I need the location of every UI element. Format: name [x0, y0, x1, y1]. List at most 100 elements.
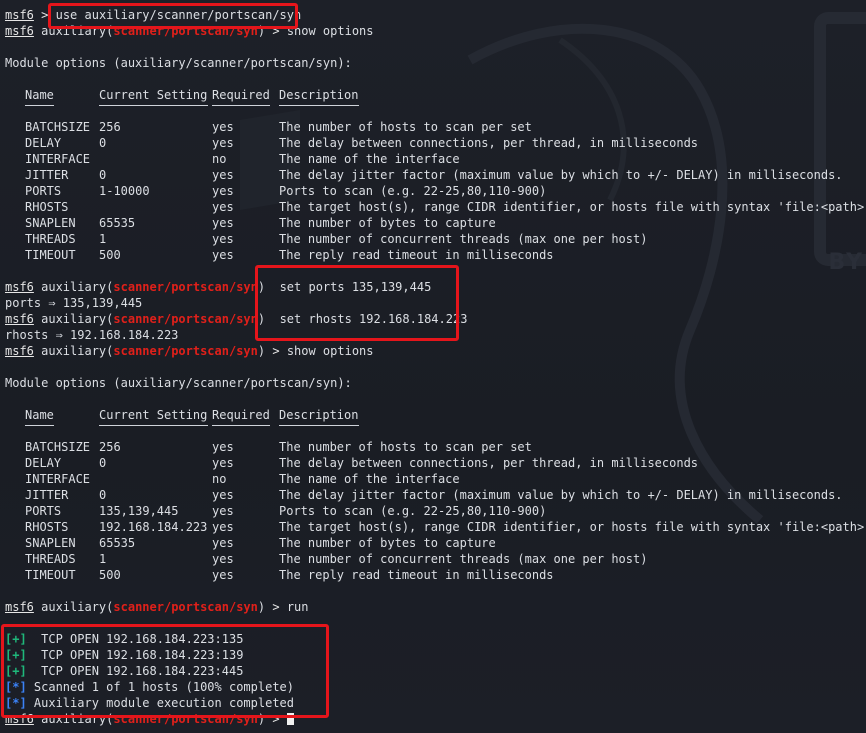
option-description: The number of concurrent threads (max on…: [279, 232, 648, 246]
option-required: yes: [212, 536, 234, 550]
prompt-line-set-rhosts: msf6 auxiliary(scanner/portscan/syn) set…: [5, 311, 467, 327]
option-name: THREADS: [25, 232, 76, 246]
column-header: Name: [25, 408, 54, 422]
terminal-window[interactable]: BY msf6 > use auxiliary/scanner/portscan…: [0, 0, 866, 733]
success-tag: [+]: [5, 648, 27, 662]
scan-result-text: Scanned 1 of 1 hosts (100% complete): [26, 680, 294, 694]
option-description: The name of the interface: [279, 472, 460, 486]
prompt-arrow: >: [33, 8, 56, 22]
module-options-title: Module options (auxiliary/scanner/portsc…: [5, 376, 352, 390]
option-required: yes: [212, 120, 234, 134]
prompt-module-path: scanner/portscan/syn: [113, 312, 258, 326]
prompt-msf6: msf6: [5, 712, 34, 726]
option-required: yes: [212, 552, 234, 566]
option-required: yes: [212, 184, 234, 198]
prompt-line-set-ports: msf6 auxiliary(scanner/portscan/syn) set…: [5, 279, 431, 295]
prompt-auxiliary: auxiliary(: [33, 24, 114, 38]
option-description: The reply read timeout in milliseconds: [279, 248, 554, 262]
scan-result-line: [*] Scanned 1 of 1 hosts (100% complete): [5, 679, 294, 695]
info-tag: [*]: [5, 680, 27, 694]
prompt-line-show-options: msf6 auxiliary(scanner/portscan/syn) > s…: [5, 23, 374, 39]
command-text: run: [286, 600, 309, 614]
scan-result-text: TCP OPEN 192.168.184.223:445: [26, 664, 244, 678]
column-underline: [25, 425, 54, 426]
option-name: TIMEOUT: [25, 248, 76, 262]
prompt-module-path: scanner/portscan/syn: [113, 24, 258, 38]
option-description: The reply read timeout in milliseconds: [279, 568, 554, 582]
scan-result-line: [+] TCP OPEN 192.168.184.223:445: [5, 663, 243, 679]
prompt-auxiliary: auxiliary(: [33, 600, 114, 614]
option-description: The delay jitter factor (maximum value b…: [279, 488, 843, 502]
set-ports-result: ports ⇒ 135,139,445: [5, 296, 143, 310]
option-description: The target host(s), range CIDR identifie…: [279, 520, 866, 534]
prompt-arrow: >: [265, 712, 287, 726]
option-name: TIMEOUT: [25, 568, 76, 582]
option-name: PORTS: [25, 504, 62, 518]
watermark-text: BY: [828, 250, 864, 275]
prompt-auxiliary: auxiliary(: [33, 312, 114, 326]
option-required: yes: [212, 216, 234, 230]
prompt-arrow: >: [265, 600, 287, 614]
set-rhosts-output: rhosts ⇒ 192.168.184.223: [5, 327, 178, 343]
column-header: Current Setting: [99, 408, 208, 422]
prompt-msf6: msf6: [5, 600, 34, 614]
option-setting: 0: [99, 168, 107, 182]
prompt-auxiliary: auxiliary(: [33, 344, 114, 358]
option-setting: 256: [99, 120, 121, 134]
column-underline: [279, 425, 359, 426]
option-name: BATCHSIZE: [25, 440, 91, 454]
dragon-watermark-icon: [240, 23, 764, 524]
scan-result-text: TCP OPEN 192.168.184.223:139: [26, 648, 244, 662]
option-name: RHOSTS: [25, 520, 69, 534]
option-required: yes: [212, 200, 234, 214]
option-setting: 1: [99, 232, 107, 246]
prompt-arrow: >: [265, 344, 287, 358]
column-underline: [279, 105, 359, 106]
prompt-msf6: msf6: [5, 344, 34, 358]
option-description: The number of bytes to capture: [279, 216, 496, 230]
option-required: yes: [212, 440, 234, 454]
command-text: set ports 135,139,445: [279, 280, 432, 294]
prompt-line-current: msf6 auxiliary(scanner/portscan/syn) >: [5, 711, 294, 727]
option-name: INTERFACE: [25, 152, 91, 166]
option-required: yes: [212, 168, 234, 182]
prompt-line-show-options-2: msf6 auxiliary(scanner/portscan/syn) > s…: [5, 343, 374, 359]
success-tag: [+]: [5, 664, 27, 678]
option-description: The number of hosts to scan per set: [279, 440, 532, 454]
column-underline: [99, 105, 208, 106]
option-description: Ports to scan (e.g. 22-25,80,110-900): [279, 184, 547, 198]
option-name: BATCHSIZE: [25, 120, 91, 134]
module-options-heading-2: Module options (auxiliary/scanner/portsc…: [5, 375, 352, 391]
scan-result-text: Auxiliary module execution completed: [26, 696, 294, 710]
option-name: DELAY: [25, 456, 62, 470]
option-description: The number of bytes to capture: [279, 536, 496, 550]
command-text: use auxiliary/scanner/portscan/syn: [55, 8, 302, 22]
option-setting: 1: [99, 552, 107, 566]
prompt-msf6: msf6: [5, 280, 34, 294]
scan-result-line: [+] TCP OPEN 192.168.184.223:135: [5, 631, 243, 647]
option-setting: 1-10000: [99, 184, 150, 198]
option-setting: 65535: [99, 536, 136, 550]
option-setting: 500: [99, 248, 121, 262]
module-options-title: Module options (auxiliary/scanner/portsc…: [5, 56, 352, 70]
option-name: JITTER: [25, 488, 69, 502]
prompt-module-path: scanner/portscan/syn: [113, 712, 258, 726]
option-description: The delay between connections, per threa…: [279, 136, 699, 150]
option-setting: 192.168.184.223: [99, 520, 208, 534]
prompt-arrow: >: [265, 24, 287, 38]
option-description: The delay jitter factor (maximum value b…: [279, 168, 843, 182]
option-name: JITTER: [25, 168, 69, 182]
module-options-heading: Module options (auxiliary/scanner/portsc…: [5, 55, 352, 71]
option-name: SNAPLEN: [25, 536, 76, 550]
set-ports-output: ports ⇒ 135,139,445: [5, 295, 142, 311]
option-name: THREADS: [25, 552, 76, 566]
option-required: yes: [212, 568, 234, 582]
prompt-module-path: scanner/portscan/syn: [113, 344, 258, 358]
option-setting: 256: [99, 440, 121, 454]
option-required: yes: [212, 248, 234, 262]
prompt-arrow: [265, 280, 279, 294]
option-name: DELAY: [25, 136, 62, 150]
block-cursor-icon[interactable]: [286, 713, 294, 725]
scan-result-line: [+] TCP OPEN 192.168.184.223:139: [5, 647, 243, 663]
prompt-line-use: msf6 > use auxiliary/scanner/portscan/sy…: [5, 7, 301, 23]
